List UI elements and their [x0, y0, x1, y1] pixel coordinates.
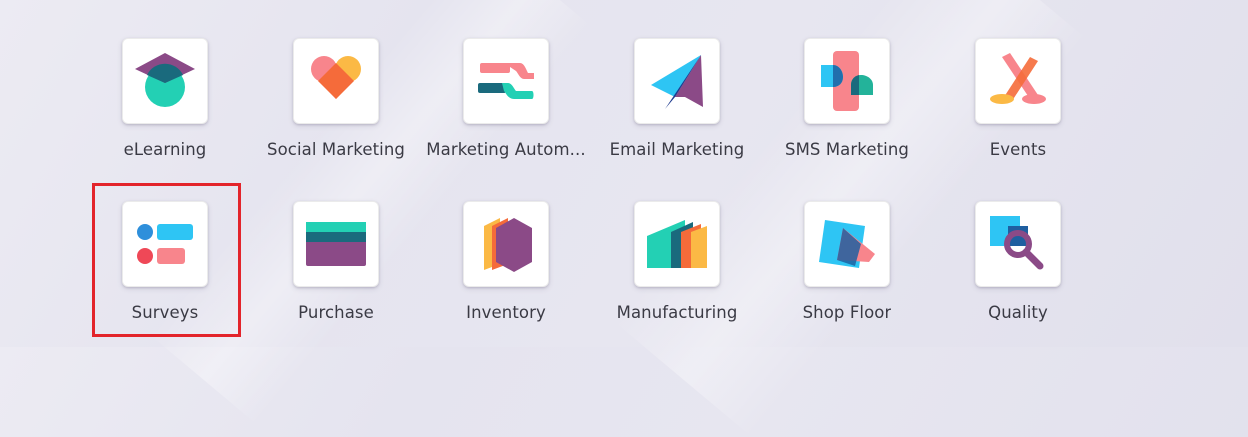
app-label: Marketing Autom... [426, 140, 586, 159]
app-label: Email Marketing [609, 140, 745, 159]
app-label: Shop Floor [802, 303, 892, 322]
app-label: eLearning [123, 140, 207, 159]
app-tile[interactable] [634, 201, 720, 287]
app-label: SMS Marketing [785, 140, 909, 159]
sms-marketing-icon [821, 51, 873, 111]
purchase-icon [306, 222, 366, 266]
app-tile[interactable] [634, 38, 720, 124]
app-tile[interactable] [463, 38, 549, 124]
app-shop-floor[interactable]: Shop Floor [762, 201, 932, 351]
app-label: Quality [988, 303, 1048, 322]
surveys-icon [137, 224, 193, 264]
app-quality[interactable]: Quality [933, 201, 1103, 351]
shop-floor-icon [819, 220, 875, 268]
app-social-marketing[interactable]: Social Marketing [251, 38, 421, 188]
quality-icon [990, 216, 1044, 270]
app-label: Manufacturing [616, 303, 738, 322]
app-events[interactable]: Events [933, 38, 1103, 188]
app-tile[interactable] [463, 201, 549, 287]
app-label: Purchase [298, 303, 374, 322]
app-elearning[interactable]: eLearning [80, 38, 250, 188]
app-tile[interactable] [293, 38, 379, 124]
app-label: Surveys [131, 303, 199, 322]
inventory-icon [484, 218, 532, 272]
marketing-automation-icon [478, 63, 534, 99]
app-tile[interactable] [122, 38, 208, 124]
app-purchase[interactable]: Purchase [251, 201, 421, 351]
app-marketing-automation[interactable]: Marketing Autom... [421, 38, 591, 188]
manufacturing-icon [647, 220, 707, 268]
app-tile[interactable] [804, 38, 890, 124]
app-surveys[interactable]: Surveys [80, 201, 250, 351]
social-marketing-icon [311, 56, 361, 99]
app-tile[interactable] [975, 38, 1061, 124]
app-tile[interactable] [804, 201, 890, 287]
app-tile[interactable] [293, 201, 379, 287]
events-icon [990, 53, 1046, 104]
email-marketing-icon [651, 55, 703, 109]
app-tile[interactable] [122, 201, 208, 287]
elearning-icon [135, 53, 195, 107]
app-tile[interactable] [975, 201, 1061, 287]
app-label: Inventory [466, 303, 546, 322]
app-inventory[interactable]: Inventory [421, 201, 591, 351]
app-sms-marketing[interactable]: SMS Marketing [762, 38, 932, 188]
app-label: Social Marketing [267, 140, 405, 159]
app-label: Events [989, 140, 1047, 159]
app-manufacturing[interactable]: Manufacturing [592, 201, 762, 351]
app-email-marketing[interactable]: Email Marketing [592, 38, 762, 188]
